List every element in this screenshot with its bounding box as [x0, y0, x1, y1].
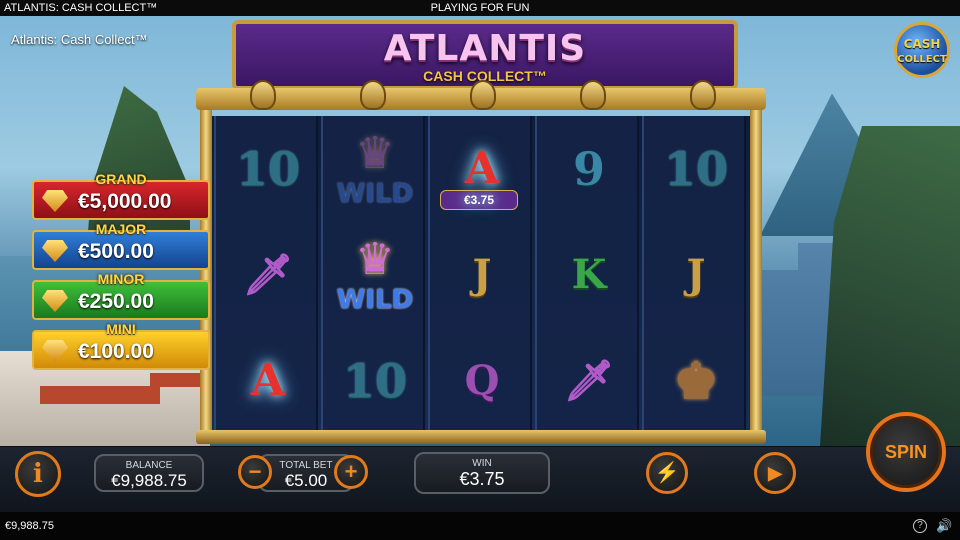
win-display: WIN €3.75	[414, 452, 550, 494]
reel-grid: 10 🗡 A ♛ WILD ♛ WILD 10 A €3.75 J Q 9 K …	[212, 116, 750, 434]
jackpot-grand: GRAND €5,000.00	[32, 171, 210, 220]
trident-crown-icon: ♛	[355, 128, 395, 179]
jackpot-label: MINOR	[97, 271, 145, 287]
win-label: WIN	[472, 458, 492, 469]
reel-5: 10 J ♚	[642, 116, 746, 434]
minus-icon: −	[248, 459, 262, 484]
jackpot-value: €5,000.00	[78, 190, 172, 213]
win-value: €3.75	[459, 469, 505, 489]
crest-ornament	[250, 80, 276, 110]
trident-crown-icon: ♛	[355, 234, 395, 285]
wild-label: WILD	[336, 179, 414, 209]
autoplay-icon: ▶	[768, 463, 782, 483]
control-bar: i BALANCE €9,988.75 TOTAL BET €5.00 − + …	[0, 446, 960, 512]
symbol-cash-ace: A €3.75	[430, 116, 534, 222]
overlay-title: Atlantis: Cash Collect™	[11, 32, 148, 47]
symbol-dagger: 🗡	[563, 357, 615, 404]
top-bar: ATLANTIS: CASH COLLECT™ PLAYING FOR FUN	[0, 0, 960, 16]
jackpot-major: MAJOR €500.00	[32, 221, 210, 270]
background-roof	[40, 386, 160, 404]
bottom-balance: €9,988.75	[5, 520, 54, 532]
sound-icon[interactable]: 🔊	[936, 518, 952, 534]
balance-value: €9,988.75	[111, 471, 187, 490]
badge-line2: COLLECT	[897, 54, 947, 65]
cash-ace-letter: A	[464, 143, 500, 194]
jackpot-value: €100.00	[78, 340, 154, 363]
jackpot-value: €500.00	[78, 240, 154, 263]
info-button[interactable]: i	[15, 451, 61, 497]
symbol-dagger: 🗡	[242, 251, 294, 298]
crest-ornament	[360, 80, 386, 110]
crest-ornament	[690, 80, 716, 110]
help-icon[interactable]: ?	[913, 519, 927, 533]
symbol-ten: 10	[235, 142, 300, 196]
plus-icon: +	[344, 459, 358, 484]
reel-4: 9 K 🗡	[535, 116, 639, 434]
info-icon: i	[33, 459, 43, 489]
symbol-ten: 10	[663, 142, 728, 196]
balance-display: BALANCE €9,988.75	[94, 454, 204, 492]
diamond-icon	[42, 190, 68, 212]
symbol-jack: J	[472, 251, 492, 298]
turbo-icon: ⚡	[654, 462, 680, 484]
play-mode: PLAYING FOR FUN	[430, 2, 530, 14]
reel-2: ♛ WILD ♛ WILD 10	[321, 116, 425, 434]
crest-ornament	[470, 80, 496, 110]
decrease-bet-button[interactable]: −	[238, 455, 272, 489]
increase-bet-button[interactable]: +	[334, 455, 368, 489]
cash-value-tag: €3.75	[440, 190, 518, 210]
jackpot-label: MAJOR	[95, 221, 147, 237]
reel-1: 10 🗡 A	[214, 116, 318, 434]
jackpot-mini: MINI €100.00	[32, 321, 210, 370]
logo-title: ATLANTIS	[383, 28, 587, 69]
diamond-icon	[42, 290, 68, 312]
symbol-wild: ♛ WILD	[323, 222, 427, 328]
symbol-wild: ♛ WILD	[323, 116, 427, 222]
symbol-queen: Q	[464, 357, 500, 404]
balance-label: BALANCE	[125, 460, 173, 471]
bottom-bar: €9,988.75 ? 🔊	[0, 512, 960, 540]
symbol-ten: 10	[342, 354, 407, 408]
jackpot-value: €250.00	[78, 290, 154, 313]
autoplay-button[interactable]: ▶	[754, 452, 796, 494]
crest-ornament	[580, 80, 606, 110]
reel-3: A €3.75 J Q	[428, 116, 532, 434]
symbol-king-portrait: ♚	[673, 351, 719, 410]
symbol-jack: J	[686, 251, 706, 298]
spin-button[interactable]: SPIN	[866, 412, 946, 492]
symbol-nine: 9	[572, 142, 605, 196]
symbol-king-letter: K	[571, 251, 607, 298]
jackpot-minor: MINOR €250.00	[32, 271, 210, 320]
cash-collect-badge: CASH COLLECT	[894, 22, 950, 78]
jackpot-label: GRAND	[95, 171, 147, 187]
diamond-icon	[42, 340, 68, 362]
badge-line1: CASH	[903, 37, 941, 51]
reel-frame-bottom	[196, 430, 766, 444]
reel-pillar-right	[750, 110, 762, 434]
jackpot-label: MINI	[106, 321, 136, 337]
turbo-button[interactable]: ⚡	[646, 452, 688, 494]
diamond-icon	[42, 240, 68, 262]
wild-label: WILD	[336, 285, 414, 315]
symbol-cash-ace: A	[250, 355, 286, 406]
